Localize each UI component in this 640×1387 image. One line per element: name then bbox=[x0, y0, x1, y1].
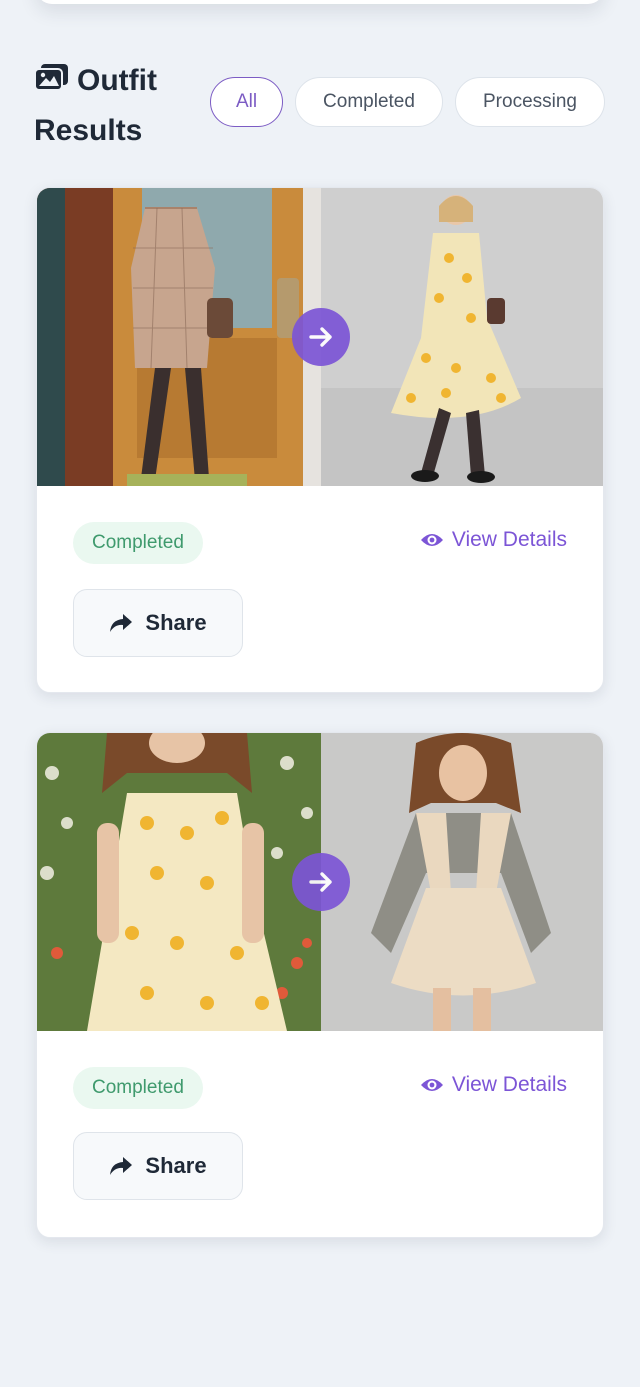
image-comparison bbox=[37, 733, 603, 1031]
filter-processing[interactable]: Processing bbox=[455, 77, 605, 127]
view-details-label: View Details bbox=[451, 1073, 567, 1096]
status-badge: Completed bbox=[73, 1067, 203, 1109]
result-card: Completed View Details Share bbox=[36, 187, 604, 693]
previous-card bbox=[36, 0, 604, 4]
compare-arrow-button[interactable] bbox=[292, 853, 350, 911]
result-image[interactable] bbox=[321, 733, 603, 1031]
outfit-results-page: Outfit Results All Completed Processing bbox=[0, 0, 640, 1387]
result-card: Completed View Details Share bbox=[36, 732, 604, 1238]
share-label: Share bbox=[145, 610, 207, 635]
result-image[interactable] bbox=[321, 188, 603, 486]
image-comparison bbox=[37, 188, 603, 486]
original-image[interactable] bbox=[37, 733, 321, 1031]
card-body: Completed View Details Share bbox=[37, 1031, 603, 1237]
eye-icon bbox=[420, 1079, 443, 1091]
share-label: Share bbox=[145, 1153, 207, 1178]
share-button[interactable]: Share bbox=[73, 1132, 243, 1200]
eye-icon bbox=[420, 534, 443, 546]
filter-all[interactable]: All bbox=[210, 77, 283, 127]
title-wrap: Outfit Results bbox=[34, 56, 204, 156]
share-icon bbox=[110, 1157, 133, 1175]
view-details-link[interactable]: View Details bbox=[420, 528, 567, 552]
section-header: Outfit Results All Completed Processing bbox=[34, 56, 614, 156]
arrow-right-icon bbox=[309, 327, 332, 347]
arrow-right-icon bbox=[309, 872, 332, 892]
share-icon bbox=[110, 614, 133, 632]
gallery-icon bbox=[34, 64, 68, 91]
filter-tabs: All Completed Processing bbox=[210, 77, 605, 127]
original-image[interactable] bbox=[37, 188, 321, 486]
status-badge: Completed bbox=[73, 522, 203, 564]
view-details-label: View Details bbox=[451, 528, 567, 551]
view-details-link[interactable]: View Details bbox=[420, 1073, 567, 1097]
card-body: Completed View Details Share bbox=[37, 486, 603, 692]
compare-arrow-button[interactable] bbox=[292, 308, 350, 366]
filter-completed[interactable]: Completed bbox=[295, 77, 443, 127]
share-button[interactable]: Share bbox=[73, 589, 243, 657]
